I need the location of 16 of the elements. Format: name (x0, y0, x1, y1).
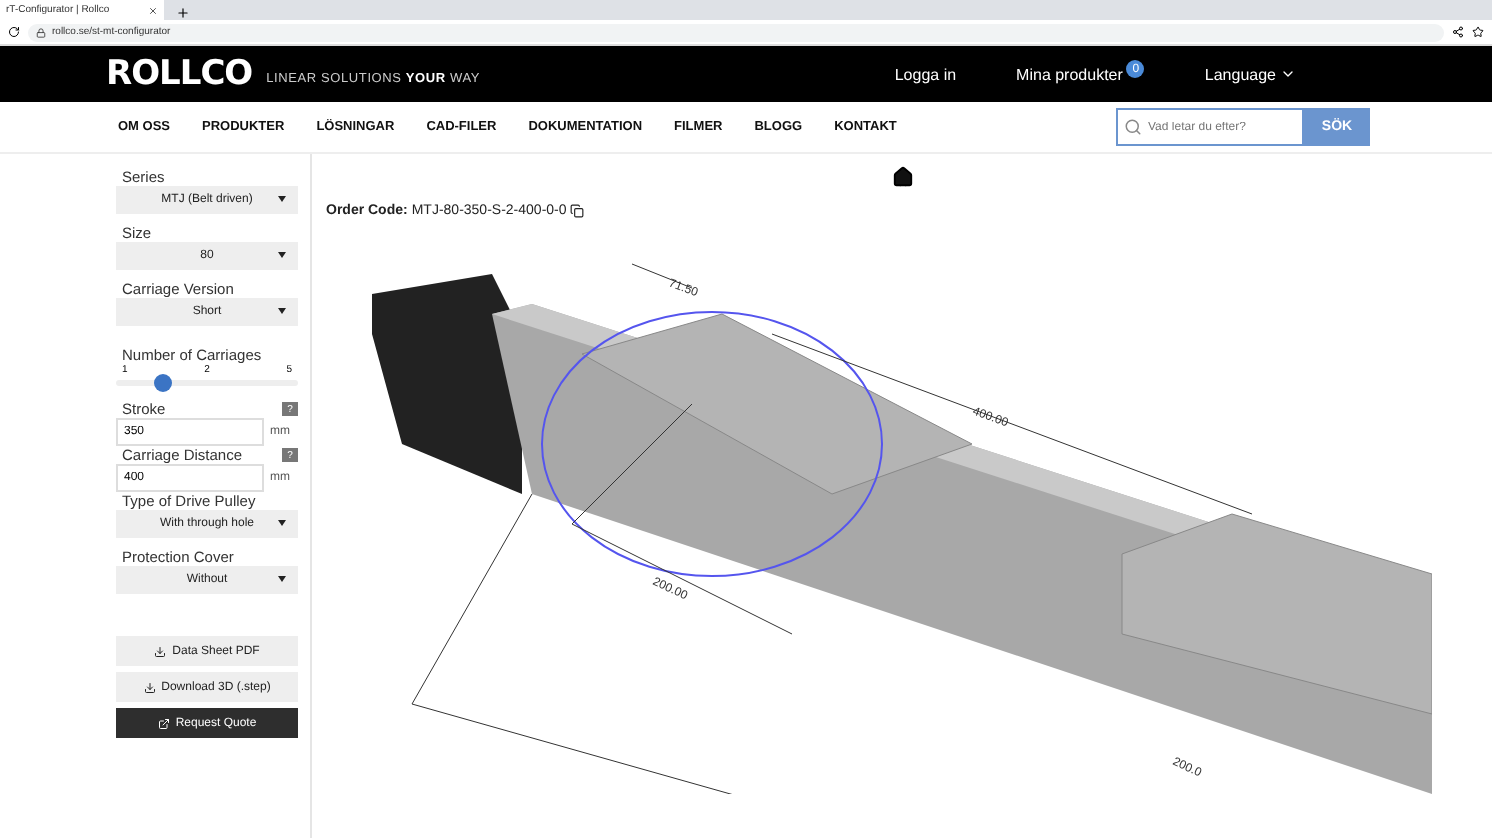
slider-thumb[interactable] (153, 374, 172, 392)
external-link-icon (157, 717, 170, 729)
download-icon (154, 645, 167, 657)
chevron-down-icon (1280, 66, 1296, 82)
bookmark-icon[interactable] (1472, 26, 1484, 38)
lock-icon (36, 27, 46, 37)
share-icon[interactable] (1452, 26, 1464, 38)
home-icon[interactable] (891, 166, 913, 188)
search-icon (1124, 118, 1142, 136)
new-tab-icon[interactable] (176, 6, 190, 20)
download-icon (143, 681, 156, 693)
header-link[interactable]: Language (1204, 65, 1296, 83)
logo[interactable]: ROLLCO (106, 54, 253, 94)
reload-icon[interactable] (8, 26, 20, 38)
copy-icon[interactable] (570, 204, 585, 218)
header-link[interactable]: Logga in (894, 65, 957, 83)
